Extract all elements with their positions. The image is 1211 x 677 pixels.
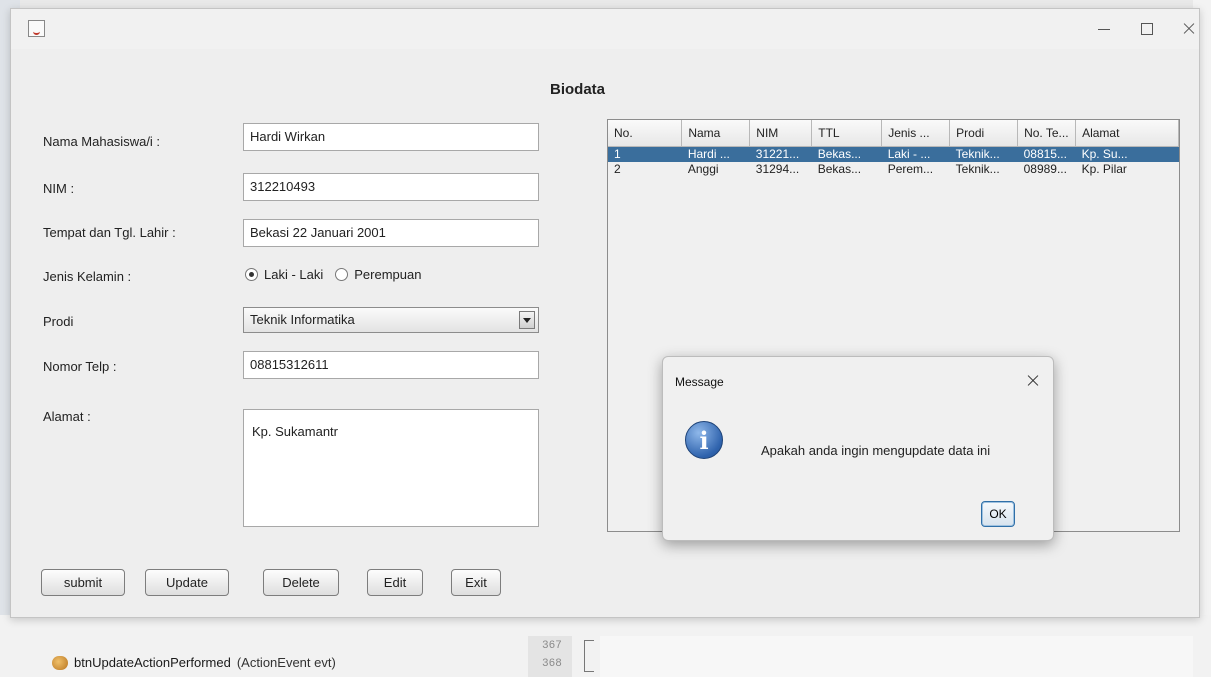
telp-label: Nomor Telp : <box>43 359 117 374</box>
prodi-combobox[interactable]: Teknik Informatika <box>243 307 539 333</box>
table-row[interactable]: 1 Hardi ... 31221... Bekas... Laki - ...… <box>608 146 1179 162</box>
column-header[interactable]: No. <box>608 120 683 147</box>
nama-field[interactable]: Hardi Wirkan <box>243 123 539 151</box>
column-header[interactable]: Prodi <box>949 120 1019 147</box>
table-cell: Bekas... <box>811 146 882 162</box>
column-header[interactable]: NIM <box>749 120 813 147</box>
column-header[interactable]: Alamat <box>1075 120 1179 147</box>
gender-label: Jenis Kelamin : <box>43 269 132 284</box>
table-cell: Laki - ... <box>881 146 950 162</box>
update-button[interactable]: Update <box>145 569 229 596</box>
method-name: btnUpdateActionPerformed <box>74 655 231 670</box>
alamat-textarea[interactable]: Kp. Sukamantr <box>243 409 539 527</box>
title-bar <box>11 9 1199 49</box>
dialog-message: Apakah anda ingin mengupdate data ini <box>761 443 991 458</box>
table-cell: Teknik... <box>955 161 1000 176</box>
radio-laki-laki[interactable] <box>245 268 258 281</box>
ttl-label: Tempat dan Tgl. Lahir : <box>43 225 176 240</box>
table-cell: Bekas... <box>817 161 862 176</box>
java-app-icon <box>28 20 45 37</box>
table-cell: 31221... <box>749 146 812 162</box>
column-header[interactable]: Jenis ... <box>881 120 951 147</box>
telp-field[interactable]: 08815312611 <box>243 351 539 379</box>
table-cell: Teknik... <box>949 146 1018 162</box>
table-cell: Kp. Pilar <box>1081 161 1127 176</box>
table-cell: 31294... <box>755 161 800 176</box>
method-args: (ActionEvent evt) <box>236 655 336 670</box>
exit-button[interactable]: Exit <box>451 569 501 596</box>
message-dialog: Message i Apakah anda ingin mengupdate d… <box>662 356 1054 541</box>
ttl-field[interactable]: Bekasi 22 Januari 2001 <box>243 219 539 247</box>
close-button[interactable] <box>1171 17 1207 41</box>
table-cell: Kp. Su... <box>1075 146 1179 162</box>
prodi-selected-value: Teknik Informatika <box>250 312 355 327</box>
column-header[interactable]: TTL <box>811 120 883 147</box>
table-cell: 08989... <box>1023 161 1067 176</box>
column-header[interactable]: Nama <box>681 120 751 147</box>
column-header[interactable]: No. Te... <box>1017 120 1077 147</box>
ide-line-gutter: 367 368 <box>528 636 572 677</box>
line-number: 367 <box>542 640 562 652</box>
table-cell: Hardi ... <box>681 146 750 162</box>
dialog-close-icon[interactable] <box>1025 373 1041 389</box>
nim-field[interactable]: 312210493 <box>243 173 539 201</box>
table-cell: 08815... <box>1017 146 1076 162</box>
radio-laki-laki-label[interactable]: Laki - Laki <box>264 267 323 282</box>
prodi-label: Prodi <box>43 314 74 329</box>
chevron-down-icon[interactable] <box>519 311 535 329</box>
table-cell: 2 <box>614 161 621 176</box>
line-number: 368 <box>542 658 562 670</box>
method-icon <box>52 655 68 670</box>
table-cell: Perem... <box>887 161 934 176</box>
ide-code-area <box>600 636 1193 677</box>
form-title: Biodata <box>550 81 606 98</box>
delete-button[interactable]: Delete <box>263 569 339 596</box>
ide-navigator-method[interactable]: btnUpdateActionPerformed (ActionEvent evt… <box>52 655 336 670</box>
submit-button[interactable]: submit <box>41 569 125 596</box>
info-icon: i <box>685 421 723 459</box>
dialog-title: Message <box>675 375 724 389</box>
ok-button[interactable]: OK <box>981 501 1015 527</box>
table-cell: Anggi <box>687 161 719 176</box>
table-row[interactable]: 2 Anggi 31294... Bekas... Perem... Tekni… <box>608 162 1179 177</box>
radio-perempuan[interactable] <box>335 268 349 281</box>
code-fold-bracket <box>584 640 594 672</box>
table-header-row: No. Nama NIM TTL Jenis ... Prodi No. Te.… <box>608 120 1179 147</box>
table-cell: 1 <box>608 146 682 162</box>
maximize-button[interactable] <box>1129 17 1165 41</box>
alamat-label: Alamat : <box>43 409 91 424</box>
radio-perempuan-label[interactable]: Perempuan <box>354 267 421 282</box>
gender-radio-group: Laki - Laki Perempuan <box>245 267 427 282</box>
nama-label: Nama Mahasiswa/i : <box>43 134 161 149</box>
nim-label: NIM : <box>43 181 75 196</box>
edit-button[interactable]: Edit <box>367 569 423 596</box>
minimize-button[interactable] <box>1086 17 1122 41</box>
